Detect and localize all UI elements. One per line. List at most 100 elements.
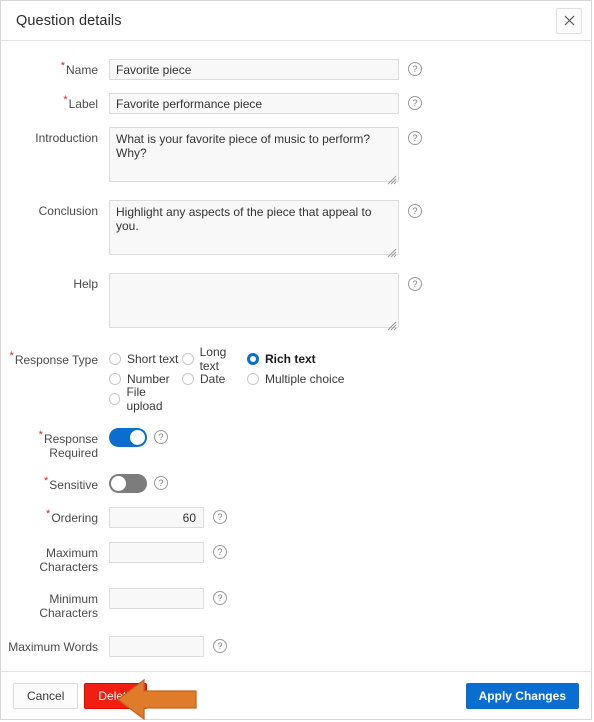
radio-dot-icon xyxy=(182,353,194,365)
form-row-help: Help ? xyxy=(1,273,591,333)
required-asterisk: * xyxy=(9,350,14,362)
radio-dot-icon xyxy=(247,373,259,385)
maximum-words-input[interactable] xyxy=(109,636,204,657)
conclusion-textarea[interactable]: Highlight any aspects of the piece that … xyxy=(109,200,399,255)
apply-changes-button[interactable]: Apply Changes xyxy=(465,682,579,709)
help-icon-name[interactable]: ? xyxy=(408,62,422,76)
name-input[interactable] xyxy=(109,59,399,80)
form-row-introduction: Introduction What is your favorite piece… xyxy=(1,127,591,187)
help-icon-label[interactable]: ? xyxy=(408,96,422,110)
label-name: *Name xyxy=(60,60,98,78)
help-icon-help[interactable]: ? xyxy=(408,277,422,291)
label-maximum-characters: Maximum Characters xyxy=(39,546,98,574)
field-ordering: ? xyxy=(109,507,227,528)
radio-line-1: Short text Long text Rich text xyxy=(109,345,409,373)
required-asterisk: * xyxy=(60,60,65,72)
field-help: ? xyxy=(109,273,422,333)
radio-file-upload[interactable]: File upload xyxy=(109,385,182,413)
radio-dot-icon xyxy=(182,373,194,385)
label-response-required: *Response Required xyxy=(38,429,98,461)
radio-rich-text[interactable]: Rich text xyxy=(247,352,316,366)
required-asterisk: * xyxy=(63,94,68,106)
label-conclusion: Conclusion xyxy=(38,204,98,218)
help-icon-response-required[interactable]: ? xyxy=(154,430,168,444)
close-glyph xyxy=(564,15,574,26)
toggle-knob xyxy=(111,476,126,491)
help-icon-sensitive[interactable]: ? xyxy=(154,476,168,490)
label-response-type: *Response Type xyxy=(9,350,98,368)
ordering-input[interactable] xyxy=(109,507,204,528)
form-row-conclusion: Conclusion Highlight any aspects of the … xyxy=(1,200,591,260)
label-input[interactable] xyxy=(109,93,399,114)
form-row-response-type: *Response Type Short text Long text Rich… xyxy=(1,345,591,413)
field-sensitive: ? xyxy=(109,474,168,493)
dialog-header: Question details xyxy=(1,1,591,41)
help-icon-maximum-characters[interactable]: ? xyxy=(213,545,227,559)
label-minimum-characters: Minimum Characters xyxy=(39,592,98,620)
radio-dot-icon-selected xyxy=(247,353,259,365)
label-maximum-words: Maximum Words xyxy=(8,640,98,654)
form-row-maximum-characters: Maximum Characters ? xyxy=(1,542,591,574)
introduction-textarea[interactable]: What is your favorite piece of music to … xyxy=(109,127,399,182)
form-row-sensitive: *Sensitive ? xyxy=(1,474,591,493)
radio-line-3: File upload xyxy=(109,385,409,413)
form-row-ordering: *Ordering ? xyxy=(1,507,591,528)
form-row-label: *Label ? xyxy=(1,93,591,114)
help-textarea[interactable] xyxy=(109,273,399,328)
help-icon-minimum-characters[interactable]: ? xyxy=(213,591,227,605)
label-introduction: Introduction xyxy=(35,131,98,145)
radio-multiple-choice[interactable]: Multiple choice xyxy=(247,372,344,386)
radio-short-text[interactable]: Short text xyxy=(109,352,182,366)
radio-dot-icon xyxy=(109,373,121,385)
question-details-dialog: Question details *Name ? *Label ? xyxy=(0,0,592,721)
form-row-name: *Name ? xyxy=(1,59,591,80)
field-conclusion: Highlight any aspects of the piece that … xyxy=(109,200,422,260)
page-title: Question details xyxy=(16,12,122,29)
label-help: Help xyxy=(73,277,98,291)
required-asterisk: * xyxy=(46,508,51,520)
radio-long-text[interactable]: Long text xyxy=(182,345,247,373)
response-type-radio-group: Short text Long text Rich text Number Da… xyxy=(109,345,409,413)
dialog-body: *Name ? *Label ? Introduction What is yo… xyxy=(1,41,591,671)
label-ordering: *Ordering xyxy=(46,508,98,526)
radio-label: Number xyxy=(127,372,170,386)
field-minimum-characters: ? xyxy=(109,588,227,609)
field-maximum-words: ? xyxy=(109,636,227,657)
label-sensitive: *Sensitive xyxy=(44,475,98,493)
introduction-textarea-wrap: What is your favorite piece of music to … xyxy=(109,127,399,187)
form-row-minimum-characters: Minimum Characters ? xyxy=(1,588,591,620)
help-textarea-wrap xyxy=(109,273,399,333)
radio-label: Date xyxy=(200,372,226,386)
required-asterisk: * xyxy=(44,475,49,487)
help-icon-introduction[interactable]: ? xyxy=(408,131,422,145)
label-label: *Label xyxy=(63,94,98,112)
field-maximum-characters: ? xyxy=(109,542,227,563)
field-label: ? xyxy=(109,93,422,114)
field-response-required: ? xyxy=(109,428,168,447)
radio-label: File upload xyxy=(126,385,163,413)
response-required-toggle[interactable] xyxy=(109,428,147,447)
help-icon-ordering[interactable]: ? xyxy=(213,510,227,524)
help-icon-maximum-words[interactable]: ? xyxy=(213,639,227,653)
minimum-characters-input[interactable] xyxy=(109,588,204,609)
maximum-characters-input[interactable] xyxy=(109,542,204,563)
required-asterisk: * xyxy=(38,429,43,441)
radio-dot-icon xyxy=(109,353,121,365)
dialog-footer: Cancel Delete Apply Changes xyxy=(1,671,591,721)
conclusion-textarea-wrap: Highlight any aspects of the piece that … xyxy=(109,200,399,260)
toggle-knob xyxy=(130,430,145,445)
radio-label: Long text xyxy=(199,345,227,373)
radio-date[interactable]: Date xyxy=(182,372,247,386)
delete-button[interactable]: Delete xyxy=(84,682,148,709)
radio-number[interactable]: Number xyxy=(109,372,182,386)
form-row-response-required: *Response Required ? xyxy=(1,428,591,460)
cancel-button[interactable]: Cancel xyxy=(13,682,79,709)
radio-label: Rich text xyxy=(265,352,316,366)
radio-dot-icon xyxy=(109,393,121,405)
help-icon-conclusion[interactable]: ? xyxy=(408,204,422,218)
sensitive-toggle[interactable] xyxy=(109,474,147,493)
field-introduction: What is your favorite piece of music to … xyxy=(109,127,422,187)
radio-label: Multiple choice xyxy=(265,372,345,386)
close-icon[interactable] xyxy=(556,7,582,34)
radio-label: Short text xyxy=(127,352,179,366)
